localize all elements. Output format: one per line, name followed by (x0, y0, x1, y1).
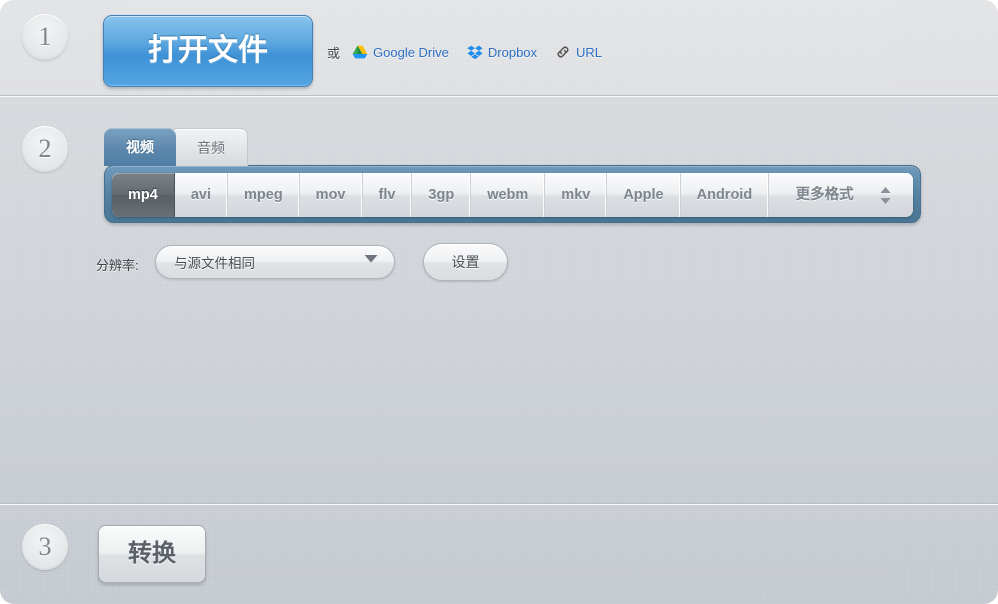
converter-app: 1 打开文件 或 Google Drive (0, 0, 998, 604)
format-option-flv[interactable]: flv (363, 173, 413, 217)
dropbox-icon (467, 44, 483, 60)
step-3-section: 3 转换 (0, 505, 998, 604)
link-icon (555, 44, 571, 60)
format-option-mp4[interactable]: mp4 (112, 173, 175, 217)
format-option-mpeg[interactable]: mpeg (228, 173, 300, 217)
settings-button[interactable]: 设置 (423, 243, 508, 281)
step-2-badge: 2 (22, 126, 68, 172)
convert-button[interactable]: 转换 (98, 525, 206, 583)
more-formats-stepper-icon[interactable] (880, 187, 891, 204)
format-option-mkv[interactable]: mkv (545, 173, 607, 217)
cloud-sources-row: 或 Google Drive (327, 41, 614, 63)
format-option-android[interactable]: Android (681, 173, 770, 217)
dropbox-link[interactable]: Dropbox (467, 44, 537, 60)
media-type-tabs: 视频 音频 (104, 128, 248, 166)
resolution-label: 分辨率: (96, 255, 139, 274)
more-formats-label: 更多格式 (796, 173, 854, 217)
tab-audio[interactable]: 音频 (170, 128, 248, 166)
url-link[interactable]: URL (555, 44, 602, 60)
step-1-section: 1 打开文件 或 Google Drive (0, 0, 998, 96)
google-drive-link[interactable]: Google Drive (352, 44, 449, 60)
more-formats-button[interactable]: 更多格式 (769, 173, 913, 217)
format-option-apple[interactable]: Apple (607, 173, 680, 217)
chevron-down-icon (880, 197, 891, 204)
format-option-avi[interactable]: avi (175, 173, 228, 217)
step-1-badge: 1 (22, 14, 68, 60)
format-option-mov[interactable]: mov (300, 173, 363, 217)
format-option-3gp[interactable]: 3gp (412, 173, 471, 217)
or-label: 或 (327, 43, 340, 62)
section-divider-1 (0, 95, 998, 97)
google-drive-label: Google Drive (373, 45, 449, 60)
dropbox-label: Dropbox (488, 45, 537, 60)
resolution-value: 与源文件相同 (174, 252, 364, 272)
format-list: mp4 avi mpeg mov flv 3gp webm mkv Apple … (112, 173, 913, 217)
chevron-down-icon (364, 254, 380, 270)
step-3-badge: 3 (22, 524, 68, 570)
format-selector-bar: mp4 avi mpeg mov flv 3gp webm mkv Apple … (104, 165, 921, 223)
url-label: URL (576, 45, 602, 60)
format-option-webm[interactable]: webm (471, 173, 545, 217)
google-drive-icon (352, 44, 368, 60)
resolution-select[interactable]: 与源文件相同 (155, 245, 395, 279)
chevron-up-icon (880, 187, 891, 194)
section-divider-2 (0, 503, 998, 505)
open-file-button[interactable]: 打开文件 (103, 15, 313, 87)
tab-video[interactable]: 视频 (104, 128, 176, 166)
